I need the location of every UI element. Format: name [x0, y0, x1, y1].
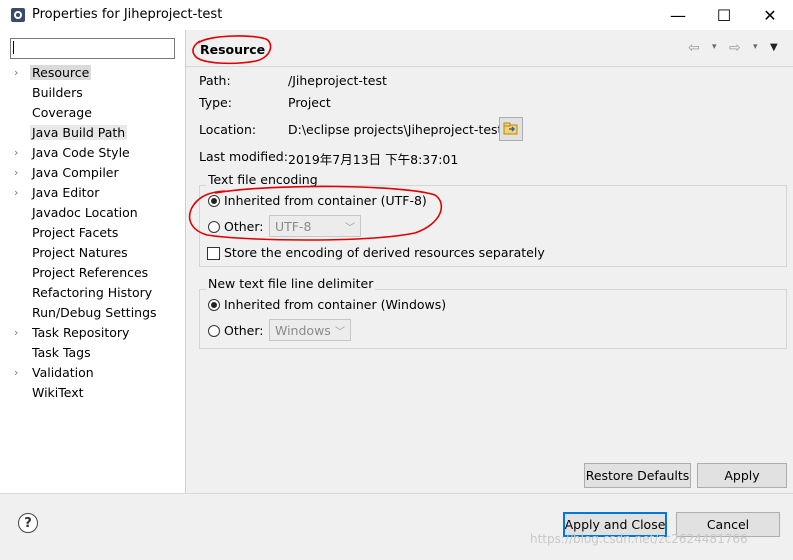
minimize-button[interactable]: — [655, 0, 701, 30]
encoding-other-label[interactable]: Other: [224, 219, 263, 234]
sidebar-item-label: WikiText [32, 385, 84, 400]
close-icon: ✕ [763, 5, 777, 25]
encoding-inherited-label[interactable]: Inherited from container (UTF-8) [224, 193, 427, 208]
encoding-other-select[interactable]: UTF-8 ﹀ [269, 215, 361, 237]
sidebar-item-label: Refactoring History [32, 285, 153, 300]
sidebar-item[interactable]: Task Tags [0, 343, 185, 363]
sidebar-item[interactable]: Run/Debug Settings [0, 303, 185, 323]
minimize-icon: — [670, 5, 686, 25]
store-encoding-separately-checkbox[interactable] [207, 247, 220, 260]
chevron-down-icon: ﹀ [345, 223, 355, 234]
encoding-other-value: UTF-8 [275, 219, 312, 234]
forward-arrow-icon[interactable]: ⇨ [729, 40, 741, 56]
apply-button[interactable]: Apply [697, 463, 787, 488]
watermark-text: https://blog.csdn.net/zc2624481766 [530, 532, 748, 546]
open-location-button[interactable] [499, 117, 523, 141]
sidebar-item-label: Project Facets [32, 225, 119, 240]
sidebar-item[interactable]: Javadoc Location [0, 203, 185, 223]
chevron-right-icon[interactable]: › [14, 366, 18, 379]
encoding-inherited-radio[interactable] [208, 195, 220, 207]
delimiter-other-radio[interactable] [208, 325, 220, 337]
sidebar-item[interactable]: › Resource [0, 63, 185, 83]
location-label: Location: [199, 122, 257, 137]
sidebar-item[interactable]: Project Facets [0, 223, 185, 243]
path-label: Path: [199, 73, 231, 88]
sidebar-item[interactable]: › Java Compiler [0, 163, 185, 183]
line-delimiter-group-title: New text file line delimiter [206, 276, 376, 291]
text-encoding-group-title: Text file encoding [206, 172, 320, 187]
view-menu-icon[interactable]: ▼ [770, 42, 778, 53]
delimiter-inherited-label[interactable]: Inherited from container (Windows) [224, 297, 446, 312]
sidebar-item[interactable]: Builders [0, 83, 185, 103]
delimiter-inherited-radio[interactable] [208, 299, 220, 311]
chevron-right-icon[interactable]: › [14, 326, 18, 339]
filter-input[interactable] [10, 38, 175, 59]
sidebar-item[interactable]: Project Natures [0, 243, 185, 263]
page-title: Resource [200, 42, 266, 57]
sidebar-item-label: Javadoc Location [32, 205, 138, 220]
store-encoding-separately-label[interactable]: Store the encoding of derived resources … [224, 245, 545, 260]
type-value: Project [288, 95, 331, 110]
sidebar-item[interactable]: › Java Code Style [0, 143, 185, 163]
sidebar-item[interactable]: › Java Editor [0, 183, 185, 203]
sidebar-item[interactable]: › Task Repository [0, 323, 185, 343]
sidebar-item-label: Run/Debug Settings [32, 305, 157, 320]
sidebar-item-label: Java Compiler [32, 165, 119, 180]
close-button[interactable]: ✕ [747, 0, 793, 30]
maximize-button[interactable]: ☐ [701, 0, 747, 30]
window-title: Properties for Jiheproject-test [32, 7, 223, 22]
path-value: /Jiheproject-test [288, 73, 387, 88]
sidebar-item-label: Project References [32, 265, 149, 280]
sidebar-item-label: Project Natures [32, 245, 128, 260]
sidebar-item[interactable]: Coverage [0, 103, 185, 123]
back-arrow-icon[interactable]: ⇦ [688, 40, 700, 56]
properties-icon [11, 8, 25, 22]
chevron-down-icon: ﹀ [335, 327, 345, 338]
forward-dropdown-icon[interactable]: ▾ [753, 42, 758, 52]
sidebar-item[interactable]: WikiText [0, 383, 185, 403]
back-dropdown-icon[interactable]: ▾ [712, 42, 717, 52]
delimiter-other-label[interactable]: Other: [224, 323, 263, 338]
delimiter-other-select[interactable]: Windows ﹀ [269, 319, 351, 341]
sidebar-item-label: Builders [32, 85, 83, 100]
sidebar-item-label: Java Editor [32, 185, 100, 200]
last-modified-label: Last modified: [199, 149, 288, 164]
encoding-other-radio[interactable] [208, 221, 220, 233]
maximize-icon: ☐ [716, 5, 732, 25]
sidebar-item-label: Coverage [32, 105, 92, 120]
sidebar-item[interactable]: Java Build Path [0, 123, 185, 143]
help-icon[interactable]: ? [18, 513, 38, 533]
sidebar-item-label: Task Tags [32, 345, 91, 360]
chevron-right-icon[interactable]: › [14, 166, 18, 179]
chevron-right-icon[interactable]: › [14, 66, 18, 79]
sidebar-item[interactable]: Refactoring History [0, 283, 185, 303]
sidebar-item[interactable]: Project References [0, 263, 185, 283]
sidebar-item-label: Java Build Path [30, 125, 128, 140]
sidebar-item[interactable]: › Validation [0, 363, 185, 383]
sidebar-item-label: Validation [32, 365, 94, 380]
header-divider [186, 66, 793, 67]
restore-defaults-button[interactable]: Restore Defaults [584, 463, 691, 488]
chevron-right-icon[interactable]: › [14, 146, 18, 159]
sidebar-item-label: Task Repository [32, 325, 130, 340]
sidebar-item-label: Resource [30, 65, 92, 80]
location-value: D:\eclipse projects\Jiheproject-test [288, 122, 503, 137]
dialog-footer [0, 493, 793, 560]
delimiter-other-value: Windows [275, 323, 331, 338]
chevron-right-icon[interactable]: › [14, 186, 18, 199]
sidebar-item-label: Java Code Style [32, 145, 130, 160]
show-in-explorer-icon [503, 122, 518, 135]
last-modified-value: 2019年7月13日 下午8:37:01 [288, 152, 459, 167]
text-caret [13, 41, 14, 54]
type-label: Type: [199, 95, 232, 110]
